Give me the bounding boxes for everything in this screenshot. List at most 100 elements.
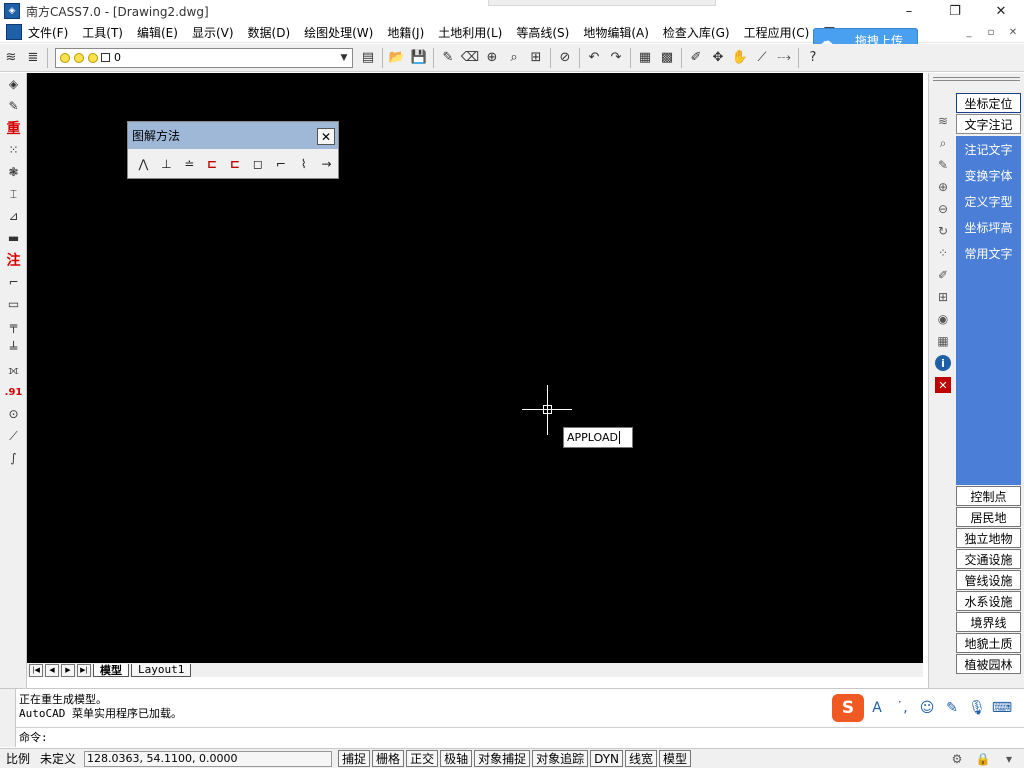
chevron-down-icon[interactable]: ▼: [336, 53, 352, 63]
osnap-toggle[interactable]: 对象捕捉: [474, 750, 531, 767]
category-vegetation[interactable]: 植被园林: [956, 654, 1021, 674]
bracket-open-icon[interactable]: ⊏: [224, 153, 247, 175]
polar-toggle[interactable]: 极轴: [440, 750, 473, 767]
angle-line-icon[interactable]: ⋀: [132, 153, 155, 175]
square-corner-icon[interactable]: ◻: [246, 153, 269, 175]
microphone-icon[interactable]: 🎙: [965, 696, 989, 720]
extend-icon[interactable]: ⤏: [773, 47, 795, 69]
eraser-icon[interactable]: ⌫: [459, 47, 481, 69]
submenu-common-text[interactable]: 常用文字: [956, 240, 1021, 266]
category-independent-feature[interactable]: 独立地物: [956, 528, 1021, 548]
doc-restore-button[interactable]: ▫: [980, 22, 1002, 43]
menu-draw-process[interactable]: 绘图处理(W): [297, 24, 380, 41]
status-menu-icon[interactable]: ▾: [1000, 750, 1018, 768]
symbol-tool-icon[interactable]: ⌶: [0, 183, 27, 205]
tab-layout1[interactable]: Layout1: [131, 663, 192, 677]
building-tool-icon[interactable]: ⌐: [0, 271, 27, 293]
zoom-window-icon[interactable]: ⌕: [503, 47, 525, 69]
curve-tool-icon[interactable]: ∫: [0, 447, 27, 469]
category-boundary[interactable]: 境界线: [956, 612, 1021, 632]
rectangle-tool-icon[interactable]: ▭: [0, 293, 27, 315]
document-icon[interactable]: [6, 24, 22, 40]
delete-icon-wrap[interactable]: ✕: [931, 374, 955, 396]
communication-center-icon[interactable]: ⚙: [948, 750, 966, 768]
submenu-annotate-text[interactable]: 注记文字: [956, 136, 1021, 162]
close-button[interactable]: ✕: [978, 0, 1024, 22]
menu-file[interactable]: 文件(F): [22, 24, 75, 41]
ortho-toggle[interactable]: 正交: [406, 750, 439, 767]
sogou-logo-icon[interactable]: S: [832, 694, 864, 722]
help-icon[interactable]: ?: [802, 47, 824, 69]
save-icon[interactable]: 💾: [408, 47, 430, 69]
zoom-extent-icon[interactable]: ⊞: [525, 47, 547, 69]
measure-tool-icon[interactable]: ⊿: [0, 205, 27, 227]
minimize-button[interactable]: –: [886, 0, 932, 22]
bracket-left-icon[interactable]: ⊏: [201, 153, 224, 175]
pen-tool-icon[interactable]: ✎: [0, 95, 27, 117]
hatch-tool-icon[interactable]: ▬: [0, 227, 27, 249]
properties-icon[interactable]: ▦: [634, 47, 656, 69]
dynamic-input-tooltip[interactable]: APPLOAD: [563, 427, 633, 448]
road-tool-icon[interactable]: ⟗: [0, 359, 27, 381]
menu-feature-edit[interactable]: 地物编辑(A): [576, 24, 656, 41]
menu-view[interactable]: 显示(V): [185, 24, 241, 41]
parallel-line-icon[interactable]: ≐: [178, 153, 201, 175]
line-tool-icon[interactable]: ⟋: [0, 425, 27, 447]
calculator-icon[interactable]: ▩: [656, 47, 678, 69]
network-icon[interactable]: ⊞: [931, 286, 955, 308]
info-icon-wrap[interactable]: i: [931, 352, 955, 374]
doc-minimize-button[interactable]: _: [958, 22, 980, 43]
lineweight-toggle[interactable]: 线宽: [625, 750, 658, 767]
move-icon[interactable]: ✥: [707, 47, 729, 69]
step-line-icon[interactable]: ⌐: [269, 153, 292, 175]
category-transport[interactable]: 交通设施: [956, 549, 1021, 569]
keyboard-icon[interactable]: ⌨: [990, 696, 1014, 720]
language-icon[interactable]: A: [865, 696, 889, 720]
arrow-line-icon[interactable]: →: [315, 153, 338, 175]
menu-engineering[interactable]: 工程应用(C): [737, 24, 817, 41]
prev-tab-icon[interactable]: ◀: [45, 663, 59, 677]
model-toggle[interactable]: 模型: [659, 750, 692, 767]
handwrite-icon[interactable]: ✎: [940, 696, 964, 720]
command-prompt[interactable]: 命令:: [19, 729, 48, 745]
floating-toolbar-close-button[interactable]: ✕: [317, 128, 335, 145]
table-icon[interactable]: ▦: [931, 330, 955, 352]
open-folder-icon[interactable]: 📂: [386, 47, 408, 69]
wall-tool-icon[interactable]: ╧: [0, 337, 27, 359]
coordinate-locate-button[interactable]: 坐标定位: [956, 93, 1021, 113]
pencil-icon[interactable]: ✎: [437, 47, 459, 69]
zoom-previous-icon[interactable]: ⊘: [554, 47, 576, 69]
zoom-out-icon[interactable]: ⊖: [931, 198, 955, 220]
menu-cadastre[interactable]: 地籍(J): [380, 24, 431, 41]
regenerate-tool[interactable]: 重: [0, 117, 27, 139]
restore-button[interactable]: ❐: [932, 0, 978, 22]
break-line-icon[interactable]: ⌇: [292, 153, 315, 175]
lock-toolbar-icon[interactable]: 🔒: [974, 750, 992, 768]
menu-land-use[interactable]: 土地利用(L): [431, 24, 509, 41]
doc-close-button[interactable]: ✕: [1002, 22, 1024, 43]
text-annotation-button[interactable]: 文字注记: [956, 114, 1021, 134]
menu-check-import[interactable]: 检查入库(G): [656, 24, 737, 41]
dyn-toggle[interactable]: DYN: [590, 750, 624, 767]
floating-toolbar[interactable]: 图解方法 ✕ ⋀ ⊥ ≐ ⊏ ⊏ ◻ ⌐ ⌇ →: [127, 121, 339, 179]
linetype-icon[interactable]: ▤: [357, 47, 379, 69]
spline-tool-icon[interactable]: ❃: [0, 161, 27, 183]
submenu-change-font[interactable]: 变换字体: [956, 162, 1021, 188]
punctuation-icon[interactable]: ˙,: [890, 696, 914, 720]
snap-toggle[interactable]: 捕捉: [338, 750, 371, 767]
layer-select[interactable]: 0 ▼: [55, 47, 353, 68]
otrack-toggle[interactable]: 对象追踪: [532, 750, 589, 767]
edit-icon[interactable]: ✎: [931, 154, 955, 176]
nodes-icon[interactable]: ⁘: [931, 242, 955, 264]
last-tab-icon[interactable]: ▶|: [77, 663, 91, 677]
draw-line-icon[interactable]: ✐: [685, 47, 707, 69]
layer-state-icon[interactable]: ≣: [22, 47, 44, 69]
submenu-define-font[interactable]: 定义字型: [956, 188, 1021, 214]
menu-tools[interactable]: 工具(T): [75, 24, 130, 41]
zoom-icon[interactable]: ⊕: [931, 176, 955, 198]
submenu-coord-elevation[interactable]: 坐标坪高: [956, 214, 1021, 240]
category-water[interactable]: 水系设施: [956, 591, 1021, 611]
brush-icon[interactable]: ✐: [931, 264, 955, 286]
zoom-in-icon[interactable]: ⊕: [481, 47, 503, 69]
category-landform[interactable]: 地貌土质: [956, 633, 1021, 653]
